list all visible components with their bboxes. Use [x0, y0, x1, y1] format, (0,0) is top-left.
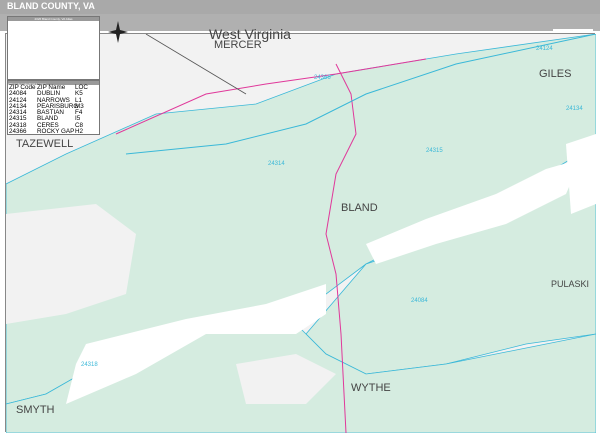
- legend-title: 2026 Bland County, VA Atlas: [8, 17, 99, 21]
- county-label: PULASKI: [551, 279, 590, 289]
- zip-name: ROCKY GAP: [37, 128, 75, 136]
- grid-loc: H2: [75, 128, 84, 136]
- county-label: MERCER: [214, 39, 262, 51]
- county-label: GILES: [539, 68, 572, 80]
- zip-label: 24366: [314, 75, 331, 81]
- zip-label: 24084: [411, 298, 428, 304]
- table-row: 24366 ROCKY GAP H2: [8, 128, 99, 136]
- zip-label: 24315: [426, 148, 443, 154]
- zip-code: 24366: [9, 128, 27, 136]
- white-area: [566, 134, 596, 214]
- zip-label: 24314: [268, 161, 285, 167]
- map-legend: 2026 Bland County, VA Atlas: [7, 16, 100, 80]
- map-title: BLAND COUNTY, VA: [7, 1, 95, 11]
- zip-index-table: ZIP Code Index/Grid Locator ZIP Code ZIP …: [7, 80, 100, 135]
- header-bar: BLAND COUNTY, VA: [0, 0, 600, 14]
- zip-label: 24134: [566, 106, 583, 112]
- zip-label: 24318: [81, 362, 98, 368]
- map-area[interactable]: West Virginia MERCER GILES TAZEWELL BLAN…: [5, 16, 597, 434]
- county-label: SMYTH: [16, 404, 55, 416]
- county-label: WYTHE: [351, 382, 391, 394]
- county-label: BLAND: [341, 202, 378, 214]
- compass-rose-icon: [108, 21, 128, 43]
- zip-label: 24124: [536, 46, 553, 52]
- county-label: TAZEWELL: [16, 138, 74, 150]
